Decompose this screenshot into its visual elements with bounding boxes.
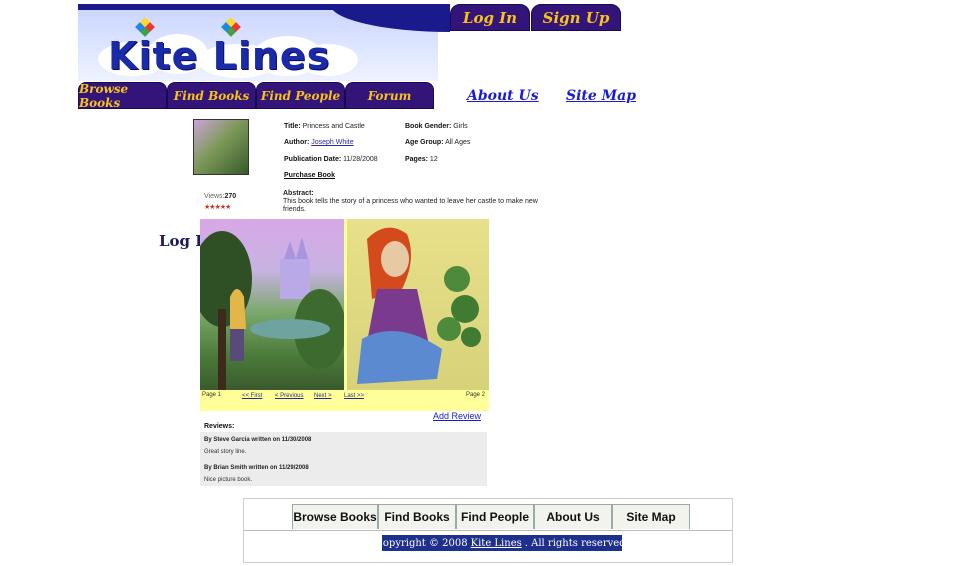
book-page-1-image[interactable] (200, 219, 344, 390)
age-group-row: Age Group: All Ages (405, 139, 470, 146)
nav-tab-forum[interactable]: Forum (345, 82, 434, 109)
footer-nav: Browse Books Find Books Find People Abou… (244, 504, 732, 531)
footer-tab-find-books[interactable]: Find Books (378, 504, 456, 529)
reviews-list: By Steve Garcia written on 11/30/2008 Gr… (200, 432, 487, 486)
previous-page-link[interactable]: < Previous (275, 393, 304, 399)
age-group-label: Age Group: (405, 139, 444, 146)
age-group: All Ages (445, 139, 471, 146)
signup-button[interactable]: Sign Up (531, 4, 621, 31)
nav-tab-find-people[interactable]: Find People (256, 82, 345, 109)
site-map-link[interactable]: Site Map (566, 88, 636, 104)
book-title-label: Title: (284, 123, 301, 130)
about-us-link[interactable]: About Us (467, 88, 539, 104)
copyright-suffix: All rights reserved. (531, 537, 629, 549)
reviews-section: Reviews: By Steve Garcia written on 11/3… (200, 420, 487, 486)
footer: Browse Books Find Books Find People Abou… (243, 498, 733, 563)
review-text: Great story line. (204, 449, 247, 455)
abstract-label: Abstract: (283, 190, 314, 197)
purchase-book-link[interactable]: Purchase Book (284, 172, 335, 179)
views-count: Views:270 (204, 193, 236, 200)
review-text: Nice picture book. (204, 477, 253, 483)
book-author-label: Author: (284, 139, 310, 146)
author-link[interactable]: Joseph White (311, 139, 353, 146)
page-left-number: Page 1 (202, 392, 222, 398)
review-author: By Brian Smith written on 11/29/2008 (204, 465, 309, 471)
book-author-row: Author: Joseph White (284, 139, 354, 146)
rating-stars: ★★★★★ (204, 204, 231, 211)
first-page-link[interactable]: << First (242, 393, 262, 399)
book-cover-thumbnail[interactable] (193, 119, 249, 175)
book-pubdate-label: Publication Date: (284, 156, 342, 163)
footer-tab-find-people[interactable]: Find People (456, 504, 534, 529)
abstract-block: Abstract: This book tells the story of a… (283, 190, 553, 214)
book-gender-row: Book Gender: Girls (405, 123, 468, 130)
book-gender: Girls (453, 123, 468, 130)
reviews-heading: Reviews: (204, 423, 235, 430)
pages-count: 12 (429, 156, 438, 163)
book-page-viewer: Page 1 << First < Previous Next > Last >… (200, 219, 489, 411)
footer-tab-browse-books[interactable]: Browse Books (292, 504, 378, 529)
footer-tab-about-us[interactable]: About Us (534, 504, 612, 529)
book-gender-label: Book Gender: (405, 123, 452, 130)
copyright-prefix: Copyright © 2008 (375, 537, 468, 549)
views-value: 270 (224, 193, 237, 200)
next-page-link[interactable]: Next > (314, 393, 332, 399)
logo-text: Kite Lines (108, 34, 331, 78)
footer-tab-site-map[interactable]: Site Map (612, 504, 690, 529)
page-right-number: Page 2 (466, 392, 486, 398)
pages-label: Pages: (405, 156, 428, 163)
book-pubdate-row: Publication Date: 11/28/2008 (284, 156, 378, 163)
book-pubdate: 11/28/2008 (343, 156, 378, 163)
review-author: By Steve Garcia written on 11/30/2008 (204, 437, 312, 443)
purchase-book-row: Purchase Book (284, 172, 335, 179)
pages-row: Pages: 12 (405, 156, 438, 163)
book-title: Princess and Castle (302, 123, 365, 130)
views-label: Views: (204, 193, 225, 200)
abstract-text: This book tells the story of a princess … (283, 198, 538, 213)
last-page-link[interactable]: Last >> (344, 393, 364, 399)
book-title-row: Title: Princess and Castle (284, 123, 365, 130)
login-heading: Log I (159, 232, 203, 250)
nav-tab-find-books[interactable]: Find Books (167, 82, 256, 109)
copyright-site-link[interactable]: Kite Lines (471, 538, 522, 549)
nav-tab-browse-books[interactable]: Browse Books (78, 82, 167, 110)
login-button[interactable]: Log In (450, 4, 530, 31)
book-page-2-image[interactable] (347, 219, 489, 390)
copyright-notice: Copyright © 2008 Kite Lines. All rights … (375, 535, 629, 551)
